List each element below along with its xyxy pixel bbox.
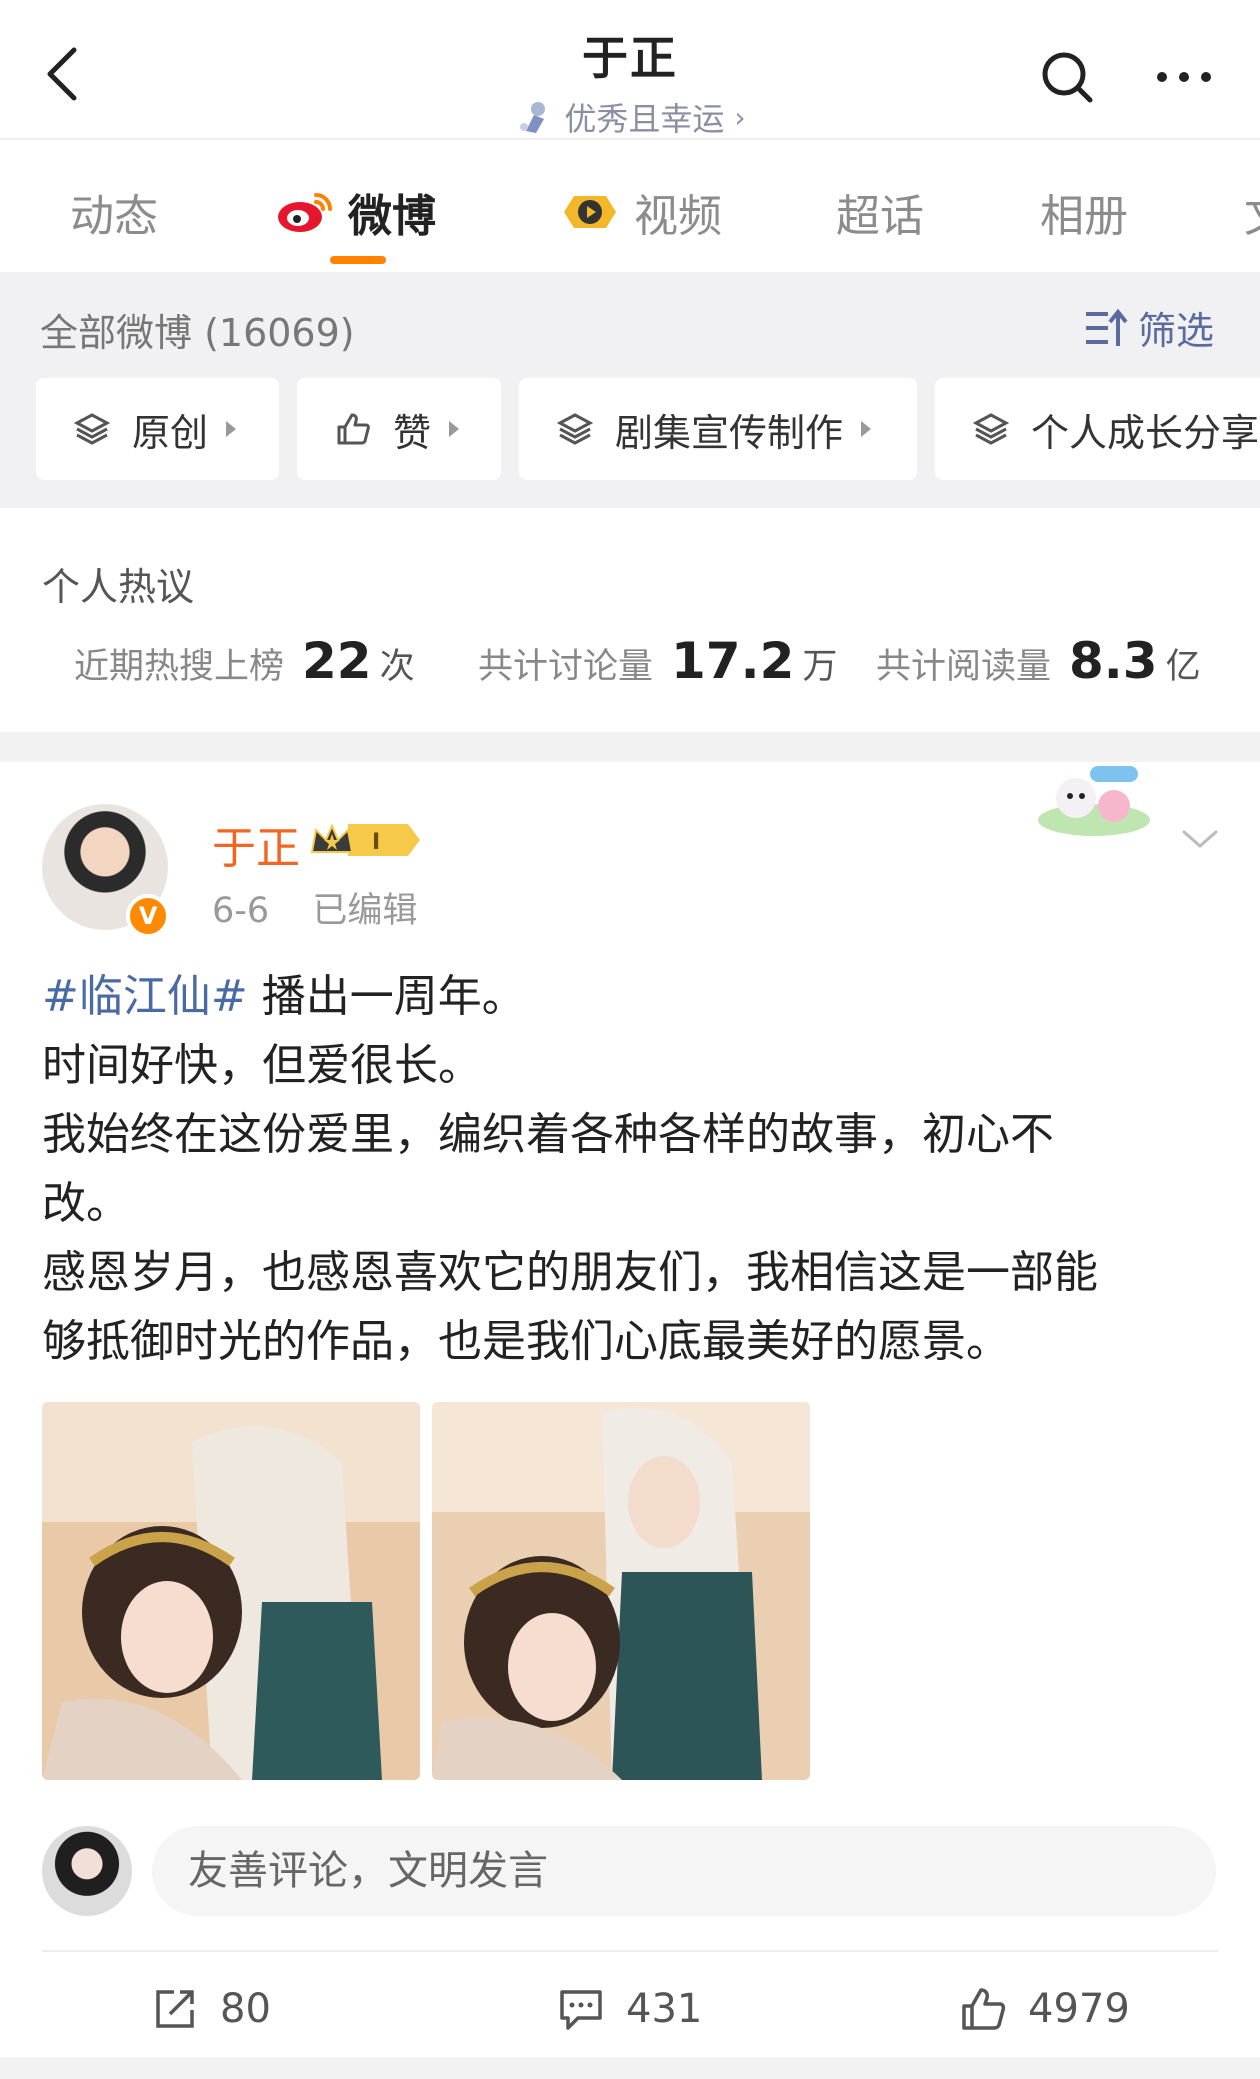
weibo-post-card: V 于正 I 6-6 已编辑 #临江仙# 播出一周年。 时间好快，但爱很长。 我… [0,762,1260,2057]
yeah-pig-sticker-icon [1038,766,1150,836]
all-posts-count: 全部微博 (16069) [40,311,355,355]
divider [42,1950,1218,1952]
chip-label: 赞 [393,410,432,455]
post-line: 感恩岁月，也感恩喜欢它的朋友们，我相信这是一部能 [42,1247,1098,1298]
tab-label: 文 [1244,180,1260,244]
thumbs-up-icon [337,413,370,445]
profile-subtitle-link[interactable]: 优秀且幸运 › [514,94,746,140]
stat-label: 共计讨论量 [478,647,654,687]
caret-right-icon [449,421,460,437]
post-body: #临江仙# 播出一周年。 时间好快，但爱很长。 我始终在这份爱里，编织着各种各样… [42,962,1222,1376]
post-line: 时间好快，但爱很长。 [42,1040,482,1091]
rocket-figure-icon [520,102,546,133]
tab-weibo[interactable]: 微博 [276,180,436,244]
chevron-down-icon[interactable] [1180,824,1220,854]
profile-tabs: 动态 微博 视频 超话 相册 文 [0,140,1260,272]
tab-label: 超话 [836,191,924,242]
tab-album[interactable]: 相册 [1040,180,1128,244]
comment-count: 431 [626,1986,703,2032]
search-icon[interactable] [1040,50,1094,104]
chip-label: 个人成长分享 [1031,410,1260,455]
hashtag-link[interactable]: #临江仙# [42,971,248,1022]
post-line: #临江仙# 播出一周年。 [42,962,1222,1031]
chip-personal-growth[interactable]: 个人成长分享 [935,378,1260,480]
post-line: 改。 [42,1178,130,1229]
stat-unit: 亿 [1165,647,1201,687]
filter-icon [1085,308,1128,346]
chip-drama-promo[interactable]: 剧集宣传制作 [519,378,917,480]
commenter-avatar [42,1826,132,1916]
stat-reads[interactable]: 共计阅读量 8.3 亿 [876,632,1201,690]
post-line: 我始终在这份爱里，编织着各种各样的故事，初心不 [42,1109,1054,1160]
repost-button[interactable]: 80 [152,1976,271,2042]
stat-value: 22 [302,632,372,690]
tab-label: 相册 [1040,191,1128,242]
video-badge-icon [564,196,616,228]
tab-label: 动态 [70,191,158,242]
post-text-segment: 播出一周年。 [247,971,526,1022]
active-tab-indicator [330,256,386,264]
edited-label: 已编辑 [312,891,418,931]
subtitle-text: 优秀且幸运 [564,100,725,138]
stat-unit: 次 [379,647,415,687]
post-date: 6-6 [212,891,270,931]
layers-icon [973,413,1009,445]
post-image-1[interactable] [42,1402,420,1780]
caret-right-icon [861,421,872,437]
vip-crown-badge-icon: I [310,823,420,856]
verified-badge-icon: V [126,894,170,938]
chip-liked[interactable]: 赞 [297,378,501,480]
thumbs-up-icon [962,1988,1006,2030]
chip-label: 原创 [132,410,209,455]
tab-super-topic[interactable]: 超话 [836,180,924,244]
repost-icon [156,1990,194,2028]
svg-text:I: I [372,830,380,855]
tab-label: 视频 [634,191,722,242]
tab-dynamic[interactable]: 动态 [70,180,158,244]
comment-icon [560,1990,602,2030]
chip-label: 剧集宣传制作 [615,410,844,455]
filter-section: 全部微博 (16069) 筛选 原创 赞 剧集宣传制作 个人成长分享 [0,272,1260,508]
stat-hot-search[interactable]: 近期热搜上榜 22 次 [74,632,415,690]
filter-button[interactable]: 筛选 [1084,300,1214,355]
layers-icon [74,413,110,445]
weibo-logo-icon [278,193,332,232]
top-bar: 于正 优秀且幸运 › [0,0,1260,140]
post-image-2[interactable] [432,1402,810,1780]
tab-label: 微博 [348,191,436,242]
comment-button[interactable]: 431 [558,1976,702,2042]
stat-discussion[interactable]: 共计讨论量 17.2 万 [478,632,837,690]
layers-icon [557,413,593,445]
stat-value: 17.2 [671,632,795,690]
like-button[interactable]: 4979 [960,1976,1130,2042]
stat-value: 8.3 [1069,632,1158,690]
stat-label: 近期热搜上榜 [74,647,285,687]
comment-input[interactable]: 友善评论，文明发言 [152,1826,1216,1916]
caret-right-icon [226,421,237,437]
tab-video[interactable]: 视频 [560,180,722,244]
personal-hot-topics: 个人热议 近期热搜上榜 22 次 共计讨论量 17.2 万 共计阅读量 8.3 … [0,508,1260,732]
author-name[interactable]: 于正 [212,812,300,876]
filter-label: 筛选 [1137,309,1214,353]
repost-count: 80 [220,1986,271,2032]
like-count: 4979 [1028,1986,1130,2032]
stat-label: 共计阅读量 [876,647,1052,687]
chevron-right-icon: › [734,100,746,134]
more-options-icon[interactable] [1154,52,1214,102]
tab-article[interactable]: 文 [1244,180,1260,244]
hot-title: 个人热议 [42,565,195,609]
post-meta: 6-6 已编辑 [212,882,417,933]
post-line: 够抵御时光的作品，也是我们心底最美好的愿景。 [42,1316,1010,1367]
chip-original[interactable]: 原创 [36,378,279,480]
stat-unit: 万 [802,647,838,687]
